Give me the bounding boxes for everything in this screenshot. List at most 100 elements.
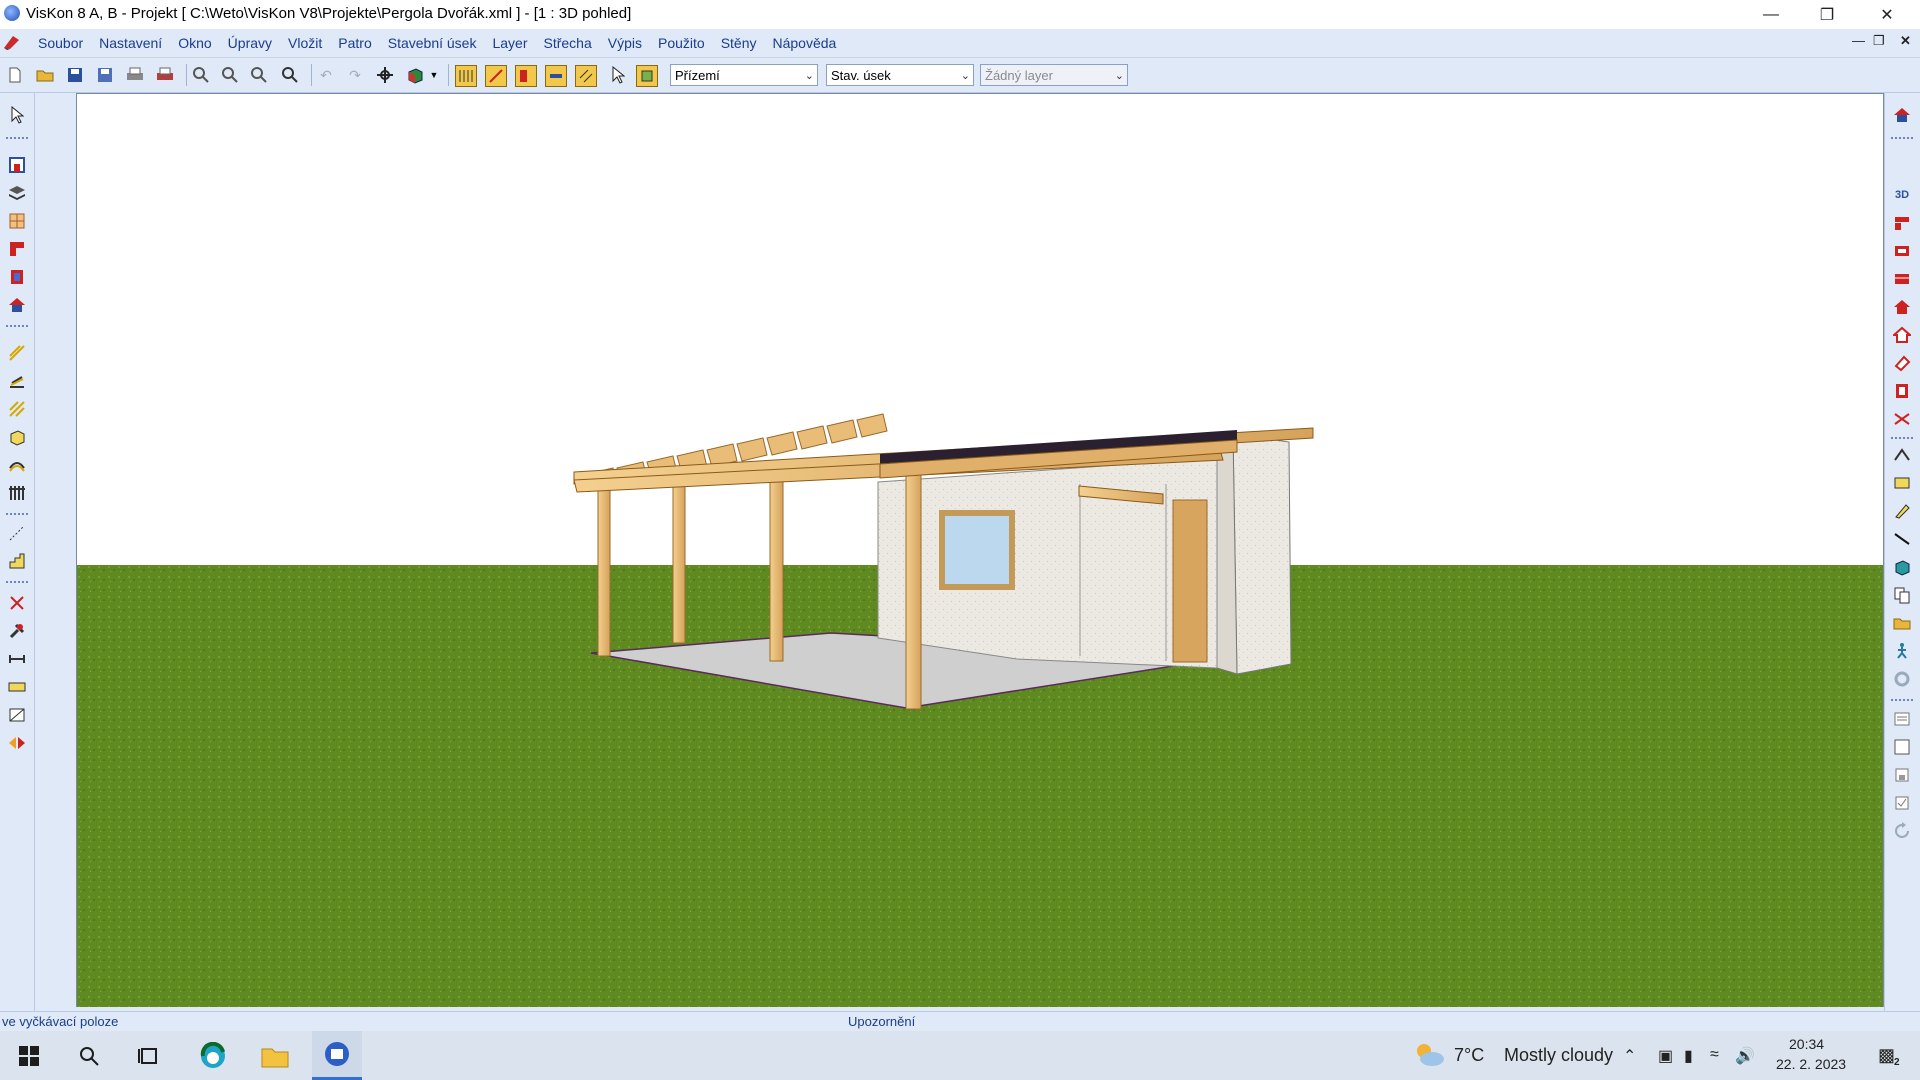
stack-icon[interactable] [1892,241,1912,261]
layers-icon[interactable] [7,183,27,203]
hatch-icon[interactable] [7,705,27,725]
start-windows-icon[interactable] [4,1031,54,1080]
staircase-icon[interactable] [7,551,27,571]
mdi-restore-icon[interactable]: ❐ [1873,33,1885,49]
menu-strecha[interactable]: Střecha [536,35,600,51]
square-small-icon[interactable] [1892,765,1912,785]
refresh-icon[interactable] [1892,821,1912,841]
zoom-in-icon[interactable] [191,65,211,85]
redo-icon[interactable]: ↷ [345,65,365,85]
file-explorer-icon[interactable] [250,1031,300,1080]
delete-x-icon[interactable] [7,593,27,613]
snap-point-icon[interactable] [485,65,507,87]
3d-viewport[interactable] [76,93,1884,1009]
weather-desc[interactable]: Mostly cloudy [1504,1045,1613,1066]
minimize-icon[interactable]: — [1748,0,1794,29]
mirror-icon[interactable] [7,733,27,753]
rect-yellow-icon[interactable] [1892,473,1912,493]
section-red-icon[interactable] [1892,213,1912,233]
roof-icon[interactable] [1892,269,1912,289]
checkbox-icon[interactable] [1892,793,1912,813]
menu-soubor[interactable]: Soubor [30,35,91,51]
pan-icon[interactable] [375,65,395,85]
house-red-icon[interactable] [1892,297,1912,317]
open-folder-icon[interactable] [35,65,55,85]
roof-red-icon[interactable] [7,295,27,315]
print-icon[interactable] [125,65,145,85]
menu-pouzito[interactable]: Použito [650,35,713,51]
dimension-icon[interactable] [7,649,27,669]
grid-icon[interactable] [7,211,27,231]
menu-nastaveni[interactable]: Nastavení [91,35,170,51]
menu-napoveda[interactable]: Nápověda [765,35,845,51]
zoom-window-icon[interactable] [280,65,300,85]
zoom-fit-icon[interactable] [249,65,269,85]
mdi-close-icon[interactable]: ✕ [1900,33,1911,49]
search-icon[interactable] [64,1031,114,1080]
beam-icon[interactable] [7,399,27,419]
weather-cloud-icon[interactable] [1412,1041,1446,1069]
measure-icon[interactable] [7,677,27,697]
3d-icon[interactable]: 3D [1892,185,1912,205]
square-icon[interactable] [1892,737,1912,757]
snap-line-icon[interactable] [545,65,567,87]
snap-wall-icon[interactable] [515,65,537,87]
pointer-icon[interactable] [608,65,628,85]
wifi-icon[interactable]: ≈ [1710,1046,1719,1064]
menu-patro[interactable]: Patro [330,35,379,51]
section-select[interactable]: Stav. úsek ⌄ [826,64,974,86]
undo-icon[interactable]: ↶ [316,65,336,85]
volume-icon[interactable]: 🔊 [1735,1046,1755,1066]
menu-vlozit[interactable]: Vložit [280,35,330,51]
notification-icon[interactable]: ▩ [1878,1045,1895,1066]
viskon-app-icon[interactable] [312,1031,362,1080]
door-icon[interactable] [7,267,27,287]
copy-icon[interactable] [1892,585,1912,605]
battery-icon[interactable]: ▮ [1684,1046,1693,1066]
rail-icon[interactable] [7,483,27,503]
print-preview-icon[interactable] [155,65,175,85]
line-icon[interactable] [1892,529,1912,549]
arc-icon[interactable] [7,455,27,475]
layer-select[interactable]: Žádný layer ⌄ [980,64,1128,86]
stairs-icon[interactable] [7,371,27,391]
app-menu-icon[interactable] [3,34,21,50]
menu-vypis[interactable]: Výpis [600,35,650,51]
layer-toggle-icon[interactable] [636,65,658,87]
menu-stavebni-usek[interactable]: Stavební úsek [380,35,485,51]
close-icon[interactable]: ✕ [1864,0,1910,29]
panel-icon[interactable] [1892,381,1912,401]
3d-box-icon[interactable] [405,65,425,85]
snap-grid-icon[interactable] [455,65,477,87]
snap-hatch-icon[interactable] [575,65,597,87]
house-outline-icon[interactable] [1892,325,1912,345]
cut-icon[interactable] [1892,409,1912,429]
menu-upravy[interactable]: Úpravy [220,35,280,51]
wall-red-icon[interactable] [7,239,27,259]
select-arrow-icon[interactable] [7,105,27,125]
floor-select[interactable]: Přízemí ⌄ [670,64,818,86]
box-teal-icon[interactable] [1892,557,1912,577]
weather-temp[interactable]: 7°C [1454,1045,1484,1066]
walk-icon[interactable] [1892,641,1912,661]
task-view-icon[interactable] [124,1031,174,1080]
list-icon[interactable] [1892,709,1912,729]
zoom-out-icon[interactable] [220,65,240,85]
clock-time[interactable]: 20:34 [1789,1036,1824,1052]
menu-steny[interactable]: Stěny [713,35,765,51]
save-all-icon[interactable] [95,65,115,85]
dropdown-arrow-icon[interactable]: ▼ [428,65,440,85]
menu-okno[interactable]: Okno [170,35,219,51]
mdi-minimize-icon[interactable]: — [1852,33,1865,48]
line-yellow-icon[interactable] [7,343,27,363]
house-view-icon[interactable] [1892,105,1912,125]
window-icon[interactable] [7,155,27,175]
dashed-line-icon[interactable] [7,523,27,543]
clock-date[interactable]: 22. 2. 2023 [1776,1056,1846,1072]
roof-edge-icon[interactable] [1892,445,1912,465]
chevron-up-icon[interactable]: ⌃ [1623,1046,1636,1066]
eraser-icon[interactable] [1892,353,1912,373]
pen-yellow-icon[interactable] [1892,501,1912,521]
open-folder-icon[interactable] [1892,613,1912,633]
meet-icon[interactable]: ▣ [1658,1046,1673,1066]
